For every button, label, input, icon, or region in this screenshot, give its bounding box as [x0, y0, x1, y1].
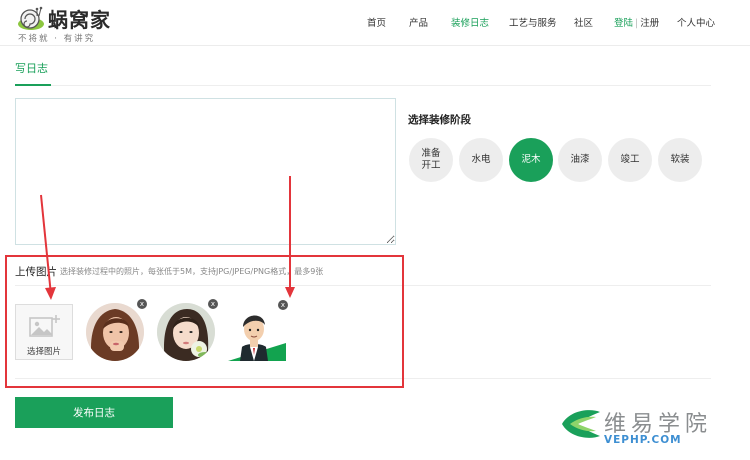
stage-option-soft-furnishing[interactable]: 软装: [658, 138, 702, 182]
annotation-highlight-box: [5, 255, 404, 388]
stage-label: 水电: [471, 154, 491, 166]
nav-item-renovation-diary[interactable]: 装修日志: [451, 15, 489, 31]
stage-label: 泥木: [521, 154, 541, 166]
snail-logo-icon: [18, 6, 44, 30]
stage-option-completion[interactable]: 竣工: [608, 138, 652, 182]
tab-active-indicator: [15, 84, 51, 86]
stage-option-masonry-carpentry[interactable]: 泥木: [509, 138, 553, 182]
site-logo[interactable]: 蜗窝家 不将就 · 有讲究: [14, 4, 144, 44]
publish-diary-button[interactable]: 发布日志: [15, 397, 173, 428]
register-link[interactable]: 注册: [640, 18, 659, 29]
stage-label: 开工: [421, 160, 441, 171]
nav-item-user-center[interactable]: 个人中心: [677, 15, 715, 31]
site-watermark: 维易学院 VEPHP.COM: [560, 398, 750, 460]
tab-write-diary[interactable]: 写日志: [15, 60, 48, 76]
nav-separator: |: [635, 18, 639, 29]
stage-option-painting[interactable]: 油漆: [558, 138, 602, 182]
stage-option-prepare[interactable]: 准备 开工: [409, 138, 453, 182]
stage-option-plumbing-electric[interactable]: 水电: [459, 138, 503, 182]
stage-label: 软装: [670, 154, 690, 166]
login-link[interactable]: 登陆: [614, 18, 633, 29]
brand-slogan: 不将就 · 有讲究: [18, 34, 96, 44]
stage-label: 油漆: [570, 154, 590, 166]
leaf-logo-icon: [562, 410, 600, 438]
nav-item-products[interactable]: 产品: [409, 15, 428, 31]
top-header: 蜗窝家 不将就 · 有讲究 首页 产品 装修日志 工艺与服务 社区 登陆 | 注册 …: [0, 0, 750, 46]
login-register-group: 登陆 | 注册: [614, 15, 659, 31]
stage-label: 竣工: [620, 154, 640, 166]
stage-section-title: 选择装修阶段: [408, 114, 471, 126]
diary-content-editor[interactable]: [15, 98, 396, 245]
brand-name: 蜗窝家: [48, 8, 111, 32]
nav-item-craft-service[interactable]: 工艺与服务: [509, 15, 557, 31]
nav-item-home[interactable]: 首页: [367, 15, 386, 31]
tab-divider: [15, 85, 711, 86]
stage-label: 准备: [421, 148, 441, 160]
watermark-site: VEPHP.COM: [604, 434, 682, 446]
nav-item-community[interactable]: 社区: [574, 15, 593, 31]
